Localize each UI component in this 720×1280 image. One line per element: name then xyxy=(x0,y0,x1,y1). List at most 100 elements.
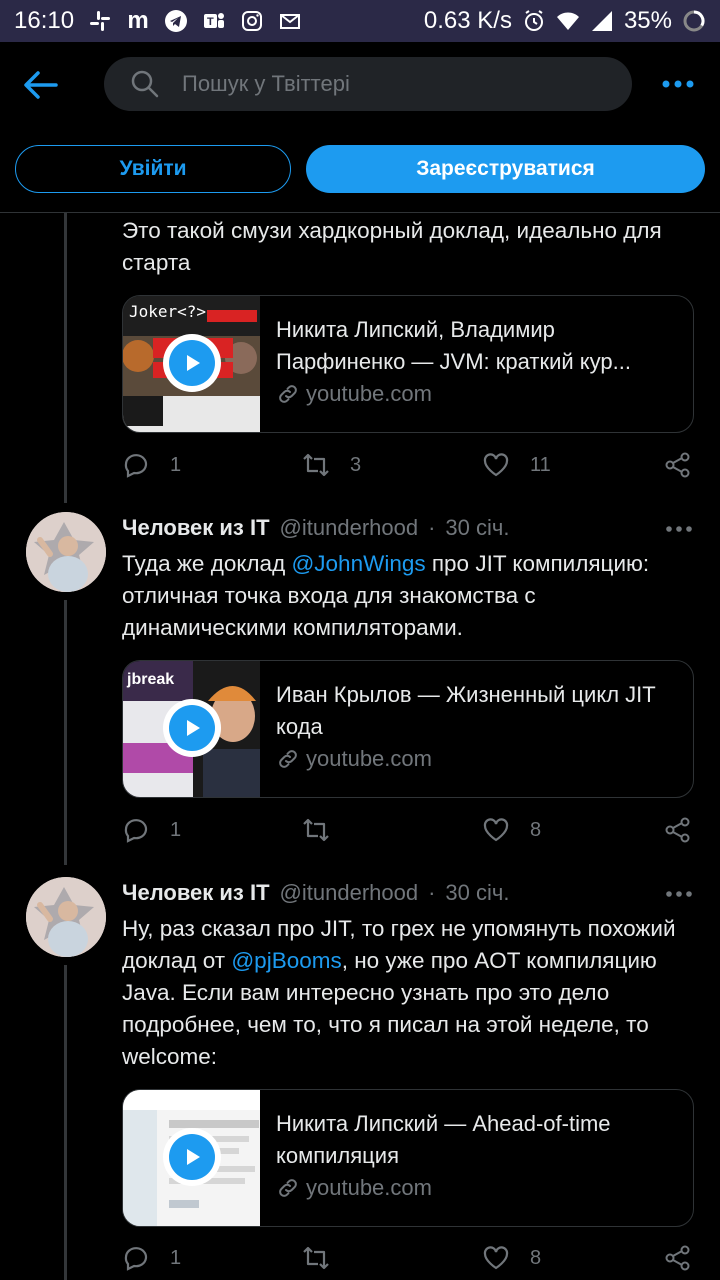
share-button[interactable] xyxy=(664,816,692,844)
tweet-header: Человек из IT @itunderhood · 30 січ. xyxy=(122,515,509,541)
video-thumbnail: jbreak xyxy=(123,661,260,797)
tweet-more-button[interactable] xyxy=(664,519,694,539)
card-title: Иван Крылов — Жизненный цикл JIT кода xyxy=(276,682,656,739)
net-speed: 0.63 K/s xyxy=(423,7,512,34)
more-dots-icon xyxy=(666,891,692,897)
card-domain: youtube.com xyxy=(276,746,677,772)
play-icon xyxy=(187,1149,200,1165)
share-button[interactable] xyxy=(664,1244,692,1272)
m-icon: m xyxy=(127,7,149,34)
auth-row: Увійти Зареєструватися xyxy=(0,128,720,212)
login-button[interactable]: Увійти xyxy=(15,145,291,193)
avatar[interactable] xyxy=(26,512,106,592)
retweet-icon xyxy=(303,818,329,842)
retweet-icon xyxy=(303,1246,329,1270)
share-button[interactable] xyxy=(664,451,692,479)
search-icon xyxy=(131,70,159,98)
back-button[interactable] xyxy=(22,68,60,102)
play-button[interactable] xyxy=(163,699,221,757)
like-count: 11 xyxy=(530,453,551,476)
card-title: Никита Липский — Ahead-of-time компиляци… xyxy=(276,1111,611,1168)
status-bar: 16:10 m T 0.63 K/s 35% xyxy=(0,0,720,42)
tweet-header: Человек из IT @itunderhood · 30 січ. xyxy=(122,880,509,906)
reply-icon xyxy=(124,819,148,843)
retweet-button[interactable] xyxy=(302,1244,350,1272)
clock: 16:10 xyxy=(14,7,75,34)
tweet[interactable]: Человек из IT @itunderhood · 30 січ. Ну,… xyxy=(0,868,720,1280)
svg-text:T: T xyxy=(207,16,214,28)
arrow-left-icon xyxy=(24,71,58,99)
author-handle[interactable]: @itunderhood xyxy=(280,515,419,541)
card-domain: youtube.com xyxy=(276,1175,677,1201)
reply-count: 1 xyxy=(170,453,182,476)
thumbnail-label: Joker<?> xyxy=(129,302,207,321)
author-name[interactable]: Человек из IT xyxy=(122,515,270,541)
teams-icon: T xyxy=(202,9,226,33)
card-domain: youtube.com xyxy=(276,381,677,407)
mention-link[interactable]: @JohnWings xyxy=(291,551,425,576)
share-icon xyxy=(665,452,690,478)
heart-icon xyxy=(483,818,509,842)
avatar-image xyxy=(26,512,106,592)
tweet-actions: 1 3 11 xyxy=(122,451,694,481)
reply-icon xyxy=(124,1247,148,1271)
avatar-image xyxy=(26,877,106,957)
play-button[interactable] xyxy=(163,334,221,392)
heart-icon xyxy=(483,1246,509,1270)
play-icon xyxy=(187,355,200,371)
video-thumbnail xyxy=(123,1090,260,1226)
instagram-icon xyxy=(240,9,264,33)
reply-button[interactable]: 1 xyxy=(122,451,181,479)
tweet[interactable]: Это такой смузи хардкорный доклад, идеал… xyxy=(0,213,720,503)
link-card[interactable]: Joker<?> Никита Липский, Владимир Парфин… xyxy=(122,295,694,433)
like-count: 8 xyxy=(530,818,542,841)
reply-button[interactable]: 1 xyxy=(122,1244,181,1272)
telegram-icon xyxy=(164,9,188,33)
top-bar: Пошук у Твіттері xyxy=(0,42,720,128)
author-name[interactable]: Человек из IT xyxy=(122,880,270,906)
link-icon xyxy=(279,750,297,768)
link-icon xyxy=(279,385,297,403)
tweet[interactable]: Человек из IT @itunderhood · 30 січ. Туд… xyxy=(0,503,720,868)
retweet-button[interactable]: 3 xyxy=(302,451,361,479)
more-dots-icon xyxy=(666,526,692,532)
signup-button[interactable]: Зареєструватися xyxy=(306,145,705,193)
alarm-icon xyxy=(522,9,546,33)
more-dots-icon xyxy=(662,80,694,88)
tweet-text: Туда же доклад @JohnWings про JIT компил… xyxy=(122,548,702,644)
retweet-button[interactable] xyxy=(302,816,350,844)
play-icon xyxy=(187,720,200,736)
slack-icon xyxy=(88,9,112,33)
retweet-icon xyxy=(303,453,329,477)
like-button[interactable]: 8 xyxy=(482,1244,541,1272)
tweet-text: Это такой смузи хардкорный доклад, идеал… xyxy=(122,218,662,275)
link-icon xyxy=(279,1179,297,1197)
reply-button[interactable]: 1 xyxy=(122,816,181,844)
search-placeholder: Пошук у Твіттері xyxy=(182,71,350,96)
link-card[interactable]: Никита Липский — Ahead-of-time компиляци… xyxy=(122,1089,694,1227)
play-button[interactable] xyxy=(163,1128,221,1186)
mention-link[interactable]: @pjBooms xyxy=(231,948,341,973)
tweet-date[interactable]: 30 січ. xyxy=(445,515,509,541)
avatar[interactable] xyxy=(26,877,106,957)
author-handle[interactable]: @itunderhood xyxy=(280,880,419,906)
reply-count: 1 xyxy=(170,1246,182,1269)
reply-count: 1 xyxy=(170,818,182,841)
like-button[interactable]: 11 xyxy=(482,451,551,479)
like-count: 8 xyxy=(530,1246,542,1269)
tweet-more-button[interactable] xyxy=(664,884,694,904)
card-domain-text: youtube.com xyxy=(306,381,432,406)
more-options-button[interactable] xyxy=(662,72,694,96)
signal-icon xyxy=(590,9,614,33)
link-card[interactable]: jbreak Иван Крылов — Жизненный цикл JIT … xyxy=(122,660,694,798)
retweet-count: 3 xyxy=(350,453,362,476)
reply-icon xyxy=(124,454,148,478)
search-input[interactable]: Пошук у Твіттері xyxy=(104,57,632,111)
share-icon xyxy=(665,817,690,843)
thumbnail-label: jbreak xyxy=(127,671,175,688)
card-domain-text: youtube.com xyxy=(306,746,432,771)
video-thumbnail: Joker<?> xyxy=(123,296,260,432)
like-button[interactable]: 8 xyxy=(482,816,541,844)
tweet-text-part: Туда же доклад xyxy=(122,551,292,576)
tweet-date[interactable]: 30 січ. xyxy=(445,880,509,906)
